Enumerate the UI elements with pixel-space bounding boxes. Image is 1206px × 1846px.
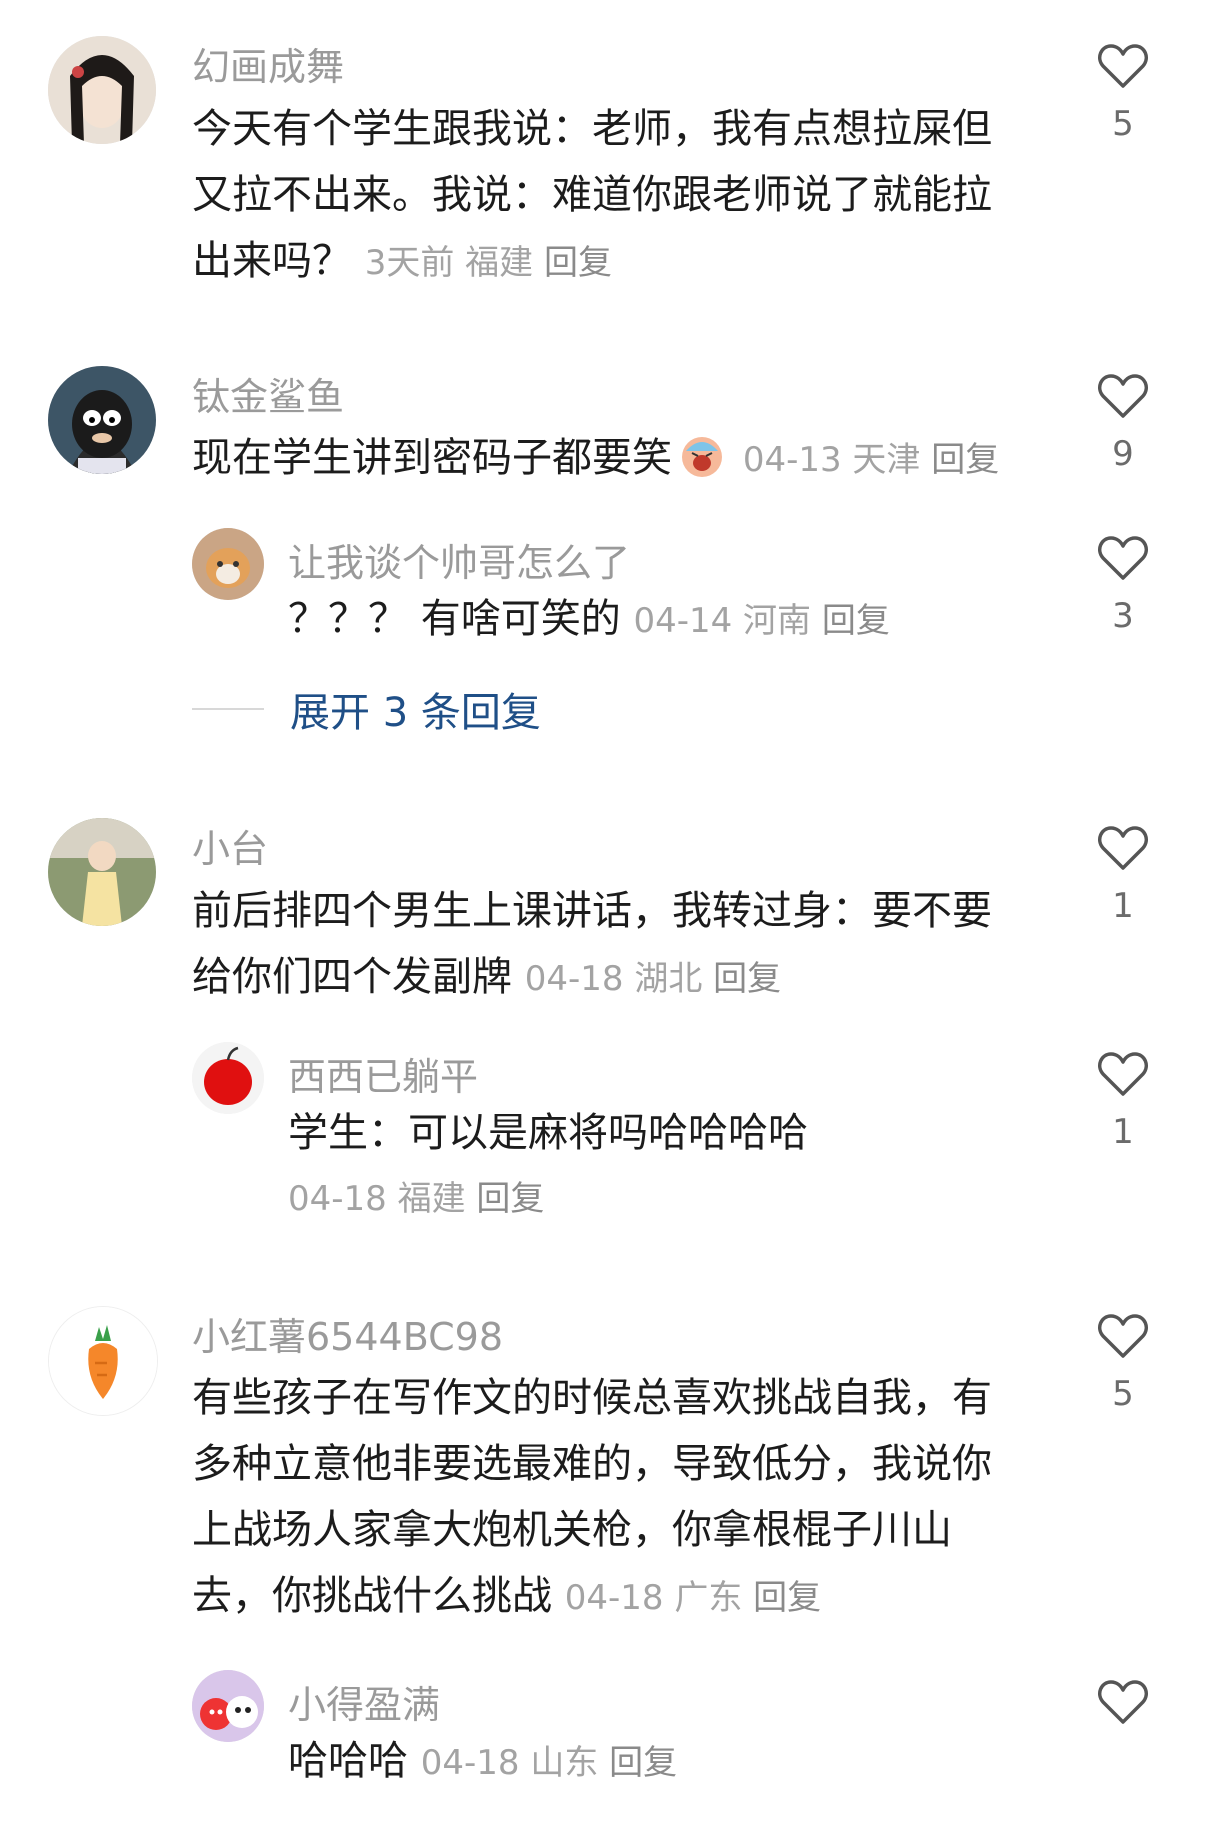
comment-line: ？？？ 有啥可笑的 04-14 河南 回复: [288, 596, 890, 642]
inline-marks: 川山: [872, 1507, 952, 1553]
comment-text: 现在学生讲到密码子都要笑 04-13 天津 回复: [192, 425, 1052, 493]
comment-line: 有些孩子在写作文的时候总喜欢挑战自我，有: [192, 1375, 992, 1421]
scared-face-emoji-icon: [678, 431, 726, 479]
comment-text: ？？？ 有啥可笑的 04-14 河南 回复: [288, 586, 1048, 654]
location: 天津: [852, 440, 921, 480]
comment-line: 又拉不出来。我说：难道你跟老师说了就能拉: [192, 172, 992, 218]
like-count: 1: [1112, 1112, 1134, 1152]
comment-line: 去，你挑战什么挑战 04-18 广东 回复: [192, 1573, 822, 1619]
comment-text: 哈哈哈 04-18 山东 回复: [288, 1728, 1048, 1796]
like-count: 1: [1112, 886, 1134, 926]
comment-text: 前后排四个男生上课讲话，我转过身：要不要 给你们四个发副牌 04-18 湖北 回…: [192, 878, 1022, 1012]
reply-button[interactable]: 回复: [753, 1578, 821, 1618]
reply-button[interactable]: 回复: [713, 959, 781, 999]
divider: [192, 708, 264, 710]
heart-outline-icon: [1098, 1314, 1148, 1358]
comment-meta: 04-18 湖北 回复: [525, 959, 781, 999]
timestamp: 04-18: [420, 1743, 520, 1783]
comment-line: 学生：可以是麻将吗哈哈哈哈: [288, 1110, 808, 1156]
timestamp: 04-18: [564, 1578, 664, 1618]
comment-meta: 04-18 广东 回复: [565, 1578, 821, 1618]
avatar[interactable]: [48, 1306, 158, 1416]
avatar[interactable]: [48, 36, 156, 144]
expand-replies-button[interactable]: 展开 3 条回复: [192, 680, 541, 738]
location: 福建: [397, 1179, 466, 1219]
timestamp: 04-18: [524, 959, 624, 999]
like-button[interactable]: 3: [1088, 534, 1158, 636]
avatar[interactable]: [192, 1670, 264, 1742]
like-button[interactable]: 5: [1088, 1312, 1158, 1414]
heart-outline-icon: [1098, 1052, 1148, 1096]
like-button[interactable]: 1: [1088, 824, 1158, 926]
avatar[interactable]: [192, 528, 264, 600]
comment-line: 多种立意他非要选最难的，导致低分，我说你: [192, 1441, 992, 1487]
heart-outline-icon: [1098, 1680, 1148, 1724]
comment-text: 今天有个学生跟我说：老师，我有点想拉屎但 又拉不出来。我说：难道你跟老师说了就能…: [192, 96, 1022, 296]
like-count: 5: [1112, 1374, 1134, 1414]
username[interactable]: 小台: [192, 818, 268, 873]
like-count: 5: [1112, 104, 1134, 144]
reply-button[interactable]: 回复: [931, 440, 999, 480]
reply-button[interactable]: 回复: [476, 1179, 544, 1219]
comment-line: 出来吗？ 3天前 福建 回复: [192, 238, 612, 284]
location: 福建: [465, 243, 534, 283]
like-button[interactable]: 9: [1088, 372, 1158, 474]
expand-replies-label[interactable]: 展开 3 条回复: [290, 680, 541, 738]
comment-line: 上战场人家拿大炮机关枪，你拿根棍子川山: [192, 1507, 952, 1553]
comment-meta: 04-18 山东 回复: [421, 1743, 677, 1783]
location: 湖北: [634, 959, 703, 999]
reply-button[interactable]: 回复: [544, 243, 612, 283]
username[interactable]: 钛金鲨鱼: [192, 366, 344, 421]
location: 广东: [674, 1578, 743, 1618]
timestamp: 04-13: [742, 440, 842, 480]
comment-meta: 3天前 福建 回复: [365, 243, 612, 283]
avatar[interactable]: [192, 1042, 264, 1114]
location: 山东: [530, 1743, 599, 1783]
like-button[interactable]: 5: [1088, 42, 1158, 144]
heart-outline-icon: [1098, 374, 1148, 418]
username[interactable]: 幻画成舞: [192, 36, 344, 91]
username[interactable]: 让我谈个帅哥怎么了: [288, 532, 630, 587]
like-button[interactable]: [1088, 1678, 1158, 1740]
comment-meta: 04-13 天津 回复: [732, 440, 999, 480]
avatar[interactable]: [48, 818, 156, 926]
like-count: 3: [1112, 596, 1134, 636]
comment-meta: 04-18 福建 回复: [288, 1166, 1048, 1232]
avatar[interactable]: [48, 366, 156, 474]
heart-outline-icon: [1098, 536, 1148, 580]
location: 河南: [743, 601, 812, 641]
comment-text: 学生：可以是麻将吗哈哈哈哈 04-18 福建 回复: [288, 1100, 1048, 1232]
timestamp: 3天前: [364, 243, 455, 283]
reply-button[interactable]: 回复: [822, 601, 890, 641]
comment-line: 给你们四个发副牌 04-18 湖北 回复: [192, 954, 782, 1000]
comment-line: 前后排四个男生上课讲话，我转过身：要不要: [192, 888, 992, 934]
username[interactable]: 小红薯6544BC98: [192, 1306, 503, 1361]
username[interactable]: 西西已躺平: [288, 1046, 478, 1101]
heart-outline-icon: [1098, 44, 1148, 88]
like-count: 9: [1112, 434, 1134, 474]
comment-line: 哈哈哈 04-18 山东 回复: [288, 1738, 678, 1784]
comment-meta: 04-14 河南 回复: [633, 601, 889, 641]
reply-button[interactable]: 回复: [609, 1743, 677, 1783]
like-button[interactable]: 1: [1088, 1050, 1158, 1152]
comment-text: 有些孩子在写作文的时候总喜欢挑战自我，有 多种立意他非要选最难的，导致低分，我说…: [192, 1365, 1022, 1631]
timestamp: 04-18: [288, 1179, 387, 1219]
username[interactable]: 小得盈满: [288, 1674, 440, 1729]
timestamp: 04-14: [633, 601, 733, 641]
comment-line: 今天有个学生跟我说：老师，我有点想拉屎但: [192, 106, 992, 152]
comment-line: 现在学生讲到密码子都要笑 04-13 天津 回复: [192, 425, 1052, 493]
heart-outline-icon: [1098, 826, 1148, 870]
